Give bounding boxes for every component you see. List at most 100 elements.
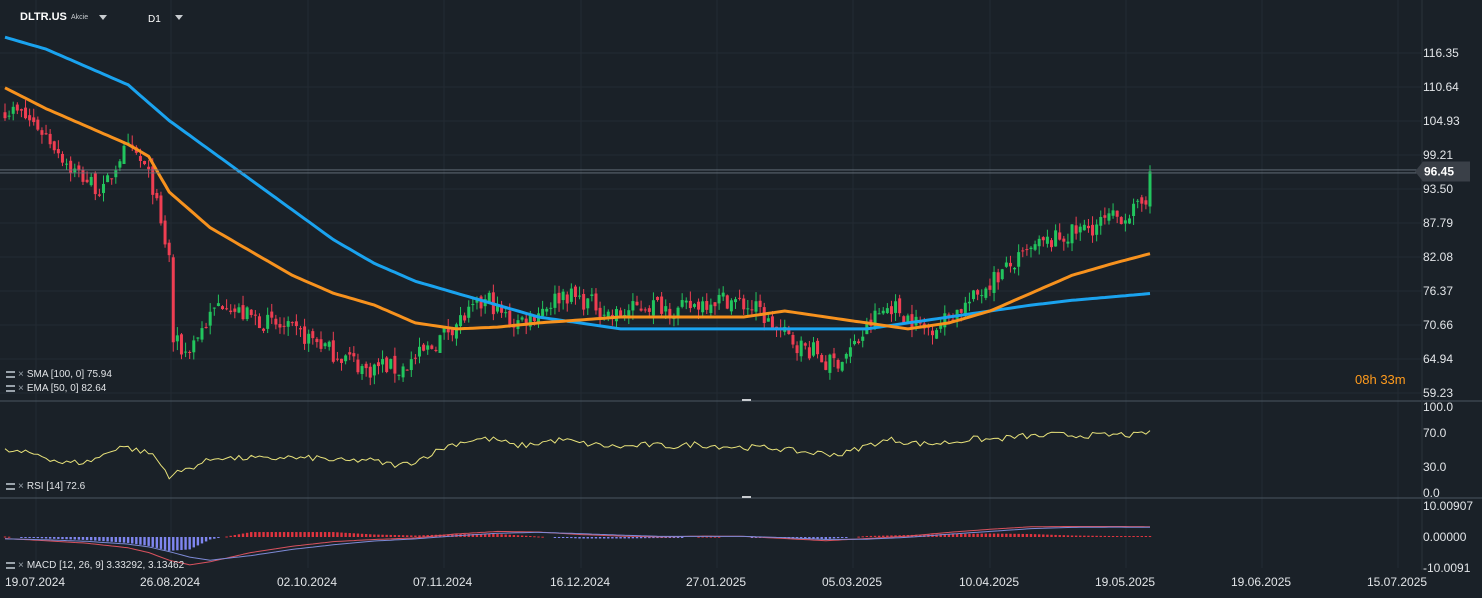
panel-resize-handle[interactable] — [742, 496, 751, 498]
candle[interactable] — [204, 322, 208, 329]
candle[interactable] — [327, 340, 331, 351]
close-icon[interactable]: × — [18, 481, 24, 491]
candle[interactable] — [1033, 240, 1037, 252]
candle[interactable] — [565, 291, 569, 312]
candle[interactable] — [561, 288, 565, 310]
rsi-legend[interactable]: × RSI [14] 72.6 — [6, 481, 85, 492]
candle[interactable] — [742, 294, 746, 315]
candle[interactable] — [721, 286, 725, 301]
candle[interactable] — [167, 239, 171, 263]
candle[interactable] — [196, 337, 200, 342]
candle[interactable] — [1078, 223, 1082, 241]
candle[interactable] — [286, 316, 290, 336]
candle[interactable] — [594, 288, 598, 315]
candle[interactable] — [1103, 207, 1107, 225]
candle[interactable] — [967, 292, 971, 312]
candle[interactable] — [688, 291, 692, 313]
candle[interactable] — [1041, 236, 1045, 247]
candle[interactable] — [992, 266, 996, 302]
rsi-panel[interactable] — [4, 430, 1151, 480]
candle[interactable] — [889, 300, 893, 322]
price-panel[interactable] — [0, 35, 1470, 386]
candle[interactable] — [426, 341, 430, 355]
candle[interactable] — [81, 166, 85, 185]
candle[interactable] — [97, 188, 101, 198]
candle[interactable] — [89, 173, 93, 187]
candle[interactable] — [885, 303, 889, 314]
candle[interactable] — [844, 352, 848, 364]
trading-chart[interactable]: 116.35 110.64 104.93 99.21 93.50 87.79 82.08 76… — [0, 0, 1482, 598]
candle[interactable] — [1111, 203, 1115, 219]
candle[interactable] — [520, 315, 524, 322]
candle[interactable] — [147, 160, 151, 178]
candle[interactable] — [192, 335, 196, 360]
candle[interactable] — [816, 338, 820, 359]
candle[interactable] — [315, 337, 319, 348]
candle[interactable] — [188, 350, 192, 360]
candle[interactable] — [1140, 194, 1144, 212]
candle[interactable] — [249, 309, 253, 318]
candle[interactable] — [60, 151, 64, 167]
candle[interactable] — [1107, 208, 1111, 225]
close-icon[interactable]: × — [18, 560, 24, 570]
candle[interactable] — [598, 301, 602, 327]
ema-legend[interactable]: × EMA [50, 0] 82.64 — [6, 383, 106, 394]
candle[interactable] — [323, 342, 327, 350]
candle[interactable] — [274, 314, 278, 330]
candle[interactable] — [24, 99, 28, 120]
candle[interactable] — [434, 346, 438, 353]
candle[interactable] — [225, 299, 229, 311]
candle[interactable] — [1054, 224, 1058, 247]
candle[interactable] — [865, 317, 869, 335]
candle[interactable] — [303, 318, 307, 350]
candle[interactable] — [446, 319, 450, 340]
candle[interactable] — [311, 328, 315, 345]
candle[interactable] — [1066, 233, 1070, 248]
settings-icon[interactable] — [6, 371, 15, 378]
candle[interactable] — [106, 172, 110, 183]
candle[interactable] — [348, 346, 352, 361]
candle[interactable] — [44, 124, 48, 135]
candle[interactable] — [1127, 214, 1131, 225]
candle[interactable] — [1115, 210, 1119, 224]
candle[interactable] — [972, 289, 976, 302]
candle[interactable] — [824, 355, 828, 371]
candle[interactable] — [935, 328, 939, 340]
candle[interactable] — [15, 102, 19, 115]
candle[interactable] — [705, 293, 709, 315]
candle[interactable] — [619, 307, 623, 317]
candle[interactable] — [467, 300, 471, 323]
candle[interactable] — [1074, 216, 1078, 240]
candle[interactable] — [803, 342, 807, 350]
candle[interactable] — [77, 161, 81, 178]
candle[interactable] — [1017, 244, 1021, 276]
candle[interactable] — [635, 295, 639, 306]
candle[interactable] — [200, 321, 204, 343]
candle[interactable] — [364, 361, 368, 377]
candle[interactable] — [861, 330, 865, 348]
candle[interactable] — [1136, 198, 1140, 209]
candle[interactable] — [894, 294, 898, 321]
candle[interactable] — [401, 363, 405, 382]
candle[interactable] — [651, 292, 655, 325]
candle[interactable] — [163, 215, 167, 248]
candle[interactable] — [344, 354, 348, 365]
candle[interactable] — [179, 333, 183, 360]
candle[interactable] — [746, 299, 750, 318]
symbol-dropdown-icon[interactable] — [99, 15, 107, 20]
candle[interactable] — [976, 288, 980, 301]
candle[interactable] — [943, 305, 947, 336]
candle[interactable] — [857, 338, 861, 345]
candle[interactable] — [1050, 237, 1054, 252]
candle[interactable] — [212, 307, 216, 316]
candle[interactable] — [639, 300, 643, 312]
close-icon[interactable]: × — [18, 369, 24, 379]
candle[interactable] — [479, 294, 483, 317]
candle[interactable] — [229, 304, 233, 315]
candle[interactable] — [331, 331, 335, 364]
candle[interactable] — [7, 110, 11, 120]
candle[interactable] — [930, 324, 934, 345]
candle[interactable] — [828, 353, 832, 380]
candle[interactable] — [791, 331, 795, 349]
candle[interactable] — [397, 374, 401, 381]
